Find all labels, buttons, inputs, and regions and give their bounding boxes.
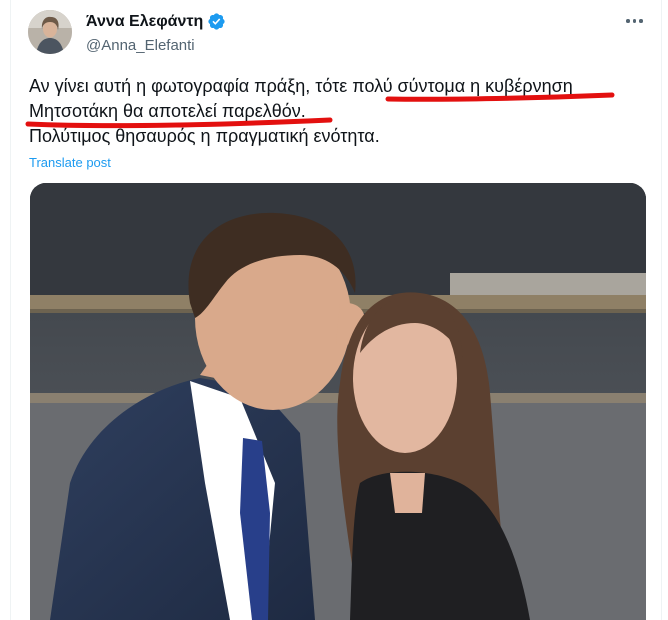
- tweet-text-line-3: Πολύτιμος θησαυρός η πραγματική ενότητα.: [29, 126, 380, 146]
- translate-post-link[interactable]: Translate post: [29, 155, 111, 170]
- author-display-name[interactable]: Άννα Ελεφάντη: [86, 13, 203, 31]
- author-name-row: Άννα Ελεφάντη: [86, 12, 226, 31]
- tweet-photo[interactable]: [30, 183, 646, 620]
- author-handle[interactable]: @Anna_Elefanti: [86, 37, 195, 54]
- tweet-text-line-2: Μητσοτάκη θα αποτελεί παρελθόν.: [29, 101, 306, 121]
- verified-badge-icon: [208, 13, 225, 30]
- author-avatar[interactable]: [28, 10, 72, 54]
- tweet-text: Αν γίνει αυτή η φωτογραφία πράξη, τότε π…: [29, 74, 629, 149]
- tweet-text-line-1: Αν γίνει αυτή η φωτογραφία πράξη, τότε π…: [29, 76, 573, 96]
- photo-image: [30, 183, 646, 620]
- more-options-icon[interactable]: [626, 16, 646, 26]
